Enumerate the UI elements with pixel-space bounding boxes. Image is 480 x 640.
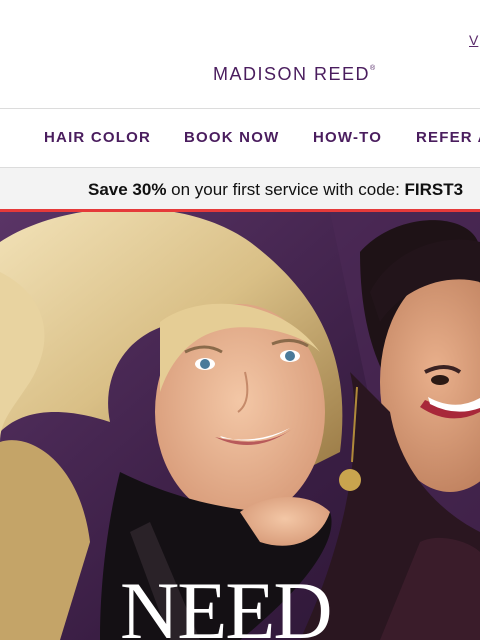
promo-code: FIRST3 bbox=[404, 180, 464, 199]
promo-banner[interactable]: Save 30% on your first service with code… bbox=[0, 168, 480, 209]
main-nav: HAIR COLOR BOOK NOW HOW-TO REFER A bbox=[0, 109, 480, 167]
header: V MADISON REED® bbox=[0, 0, 480, 108]
view-in-browser-link[interactable]: V bbox=[469, 32, 478, 48]
logo-registered-mark: ® bbox=[370, 65, 376, 72]
hero-banner[interactable]: NEED bbox=[0, 212, 480, 640]
promo-text: Save 30% on your first service with code… bbox=[88, 180, 463, 200]
promo-lead: Save 30% bbox=[88, 180, 167, 199]
promo-middle: on your first service with code: bbox=[166, 180, 405, 199]
nav-item-book-now[interactable]: BOOK NOW bbox=[184, 129, 279, 146]
hero-heading: NEED bbox=[120, 565, 333, 640]
nav-item-hair-color[interactable]: HAIR COLOR bbox=[44, 129, 151, 146]
madison-reed-logo[interactable]: MADISON REED® bbox=[213, 64, 375, 85]
logo-text: MADISON REED bbox=[213, 64, 371, 84]
nav-item-refer[interactable]: REFER A bbox=[416, 129, 480, 146]
nav-item-how-to[interactable]: HOW-TO bbox=[313, 129, 382, 146]
